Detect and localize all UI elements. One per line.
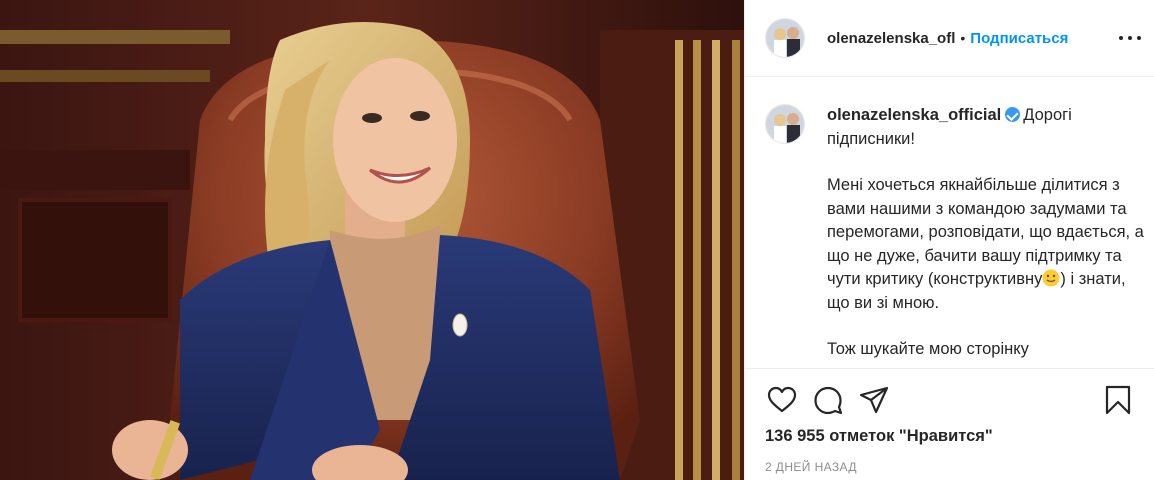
caption-paragraph: Мені хочеться якнайбільше ділитися з вам… [827, 174, 1147, 315]
avatar-image [766, 19, 804, 57]
share-icon[interactable] [859, 385, 889, 415]
post-actions: 136 955 отметок "Нравится" 2 ДНЕЙ НАЗАД [745, 368, 1154, 480]
caption-avatar[interactable] [765, 104, 805, 144]
bookmark-icon[interactable] [1103, 385, 1133, 415]
action-icons [767, 385, 905, 415]
post-timestamp[interactable]: 2 ДНЕЙ НАЗАД [765, 460, 857, 474]
post-photo-illustration [0, 0, 744, 480]
likes-count[interactable]: 136 955 отметок "Нравится" [765, 427, 993, 446]
verified-badge-icon [1005, 107, 1021, 122]
caption-next-paragraph: Тож шукайте мою сторінку [827, 340, 1029, 358]
header-username[interactable]: olenazelenska_ofl [827, 30, 955, 47]
more-options-icon[interactable] [1119, 28, 1141, 48]
separator-dot: • [960, 30, 966, 46]
post-sidebar: olenazelenska_ofl • Подписаться olenazel… [744, 0, 1154, 480]
post-header: olenazelenska_ofl • Подписаться [745, 0, 1154, 77]
avatar[interactable] [765, 18, 805, 58]
caption-comment: olenazelenska_official Дорогі підписники!… [765, 104, 1147, 362]
instagram-post: olenazelenska_ofl • Подписаться olenazel… [0, 0, 1154, 480]
comment-icon[interactable] [813, 385, 843, 415]
caption-username[interactable]: olenazelenska_official [827, 106, 1001, 124]
heart-icon[interactable] [767, 385, 797, 415]
follow-button[interactable]: Подписаться [970, 30, 1068, 47]
slightly-smiling-face-icon [1042, 269, 1060, 287]
post-photo[interactable] [0, 0, 744, 480]
caption-area: olenazelenska_official Дорогі підписники!… [745, 78, 1154, 368]
caption-avatar-image [766, 105, 804, 143]
caption-text: olenazelenska_official Дорогі підписники!… [827, 104, 1147, 362]
